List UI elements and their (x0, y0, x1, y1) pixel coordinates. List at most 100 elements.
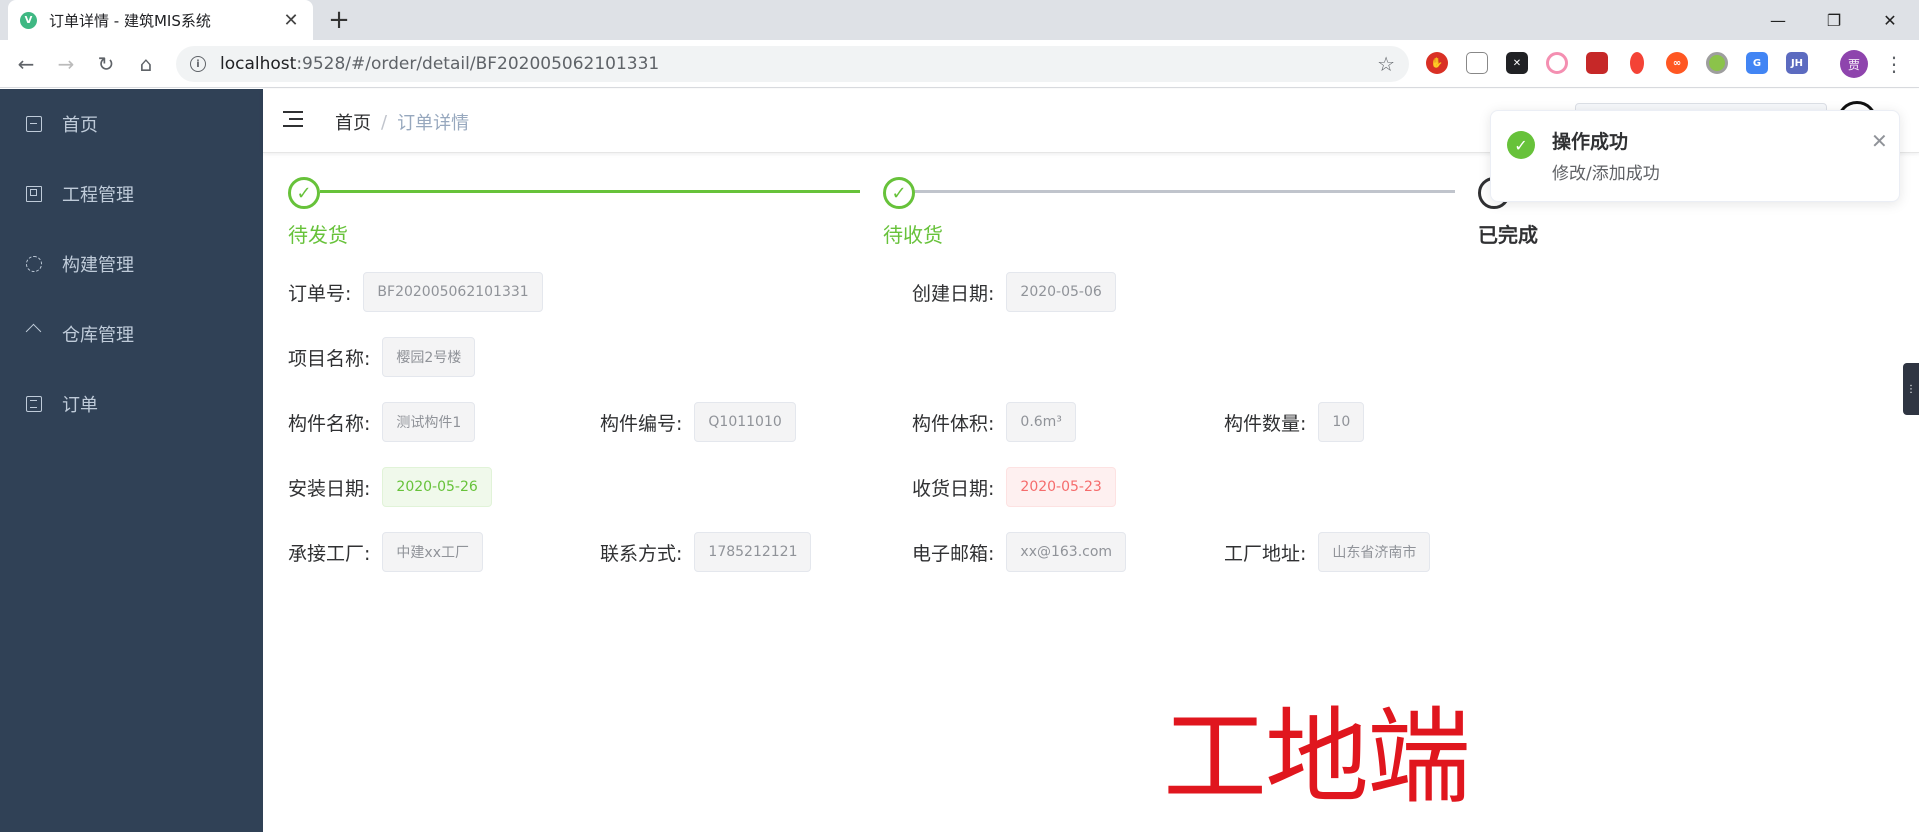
browser-toolbar: ← → ↻ ⌂ i localhost:9528/#/order/detail/… (0, 40, 1919, 88)
sidebar-item-component[interactable]: 构建管理 (0, 229, 263, 299)
sidebar-item-warehouse[interactable]: 仓库管理 (0, 299, 263, 369)
field-label: 安装日期: (288, 477, 371, 500)
field-component-volume: 构件体积: 0.6m³ (912, 402, 1076, 442)
ext-translate-icon[interactable]: G (1746, 52, 1768, 74)
step-title: 待收货 (883, 223, 943, 247)
breadcrumb: 首页 / 订单详情 (335, 109, 469, 135)
tab-close-icon[interactable]: ✕ (281, 10, 301, 31)
notification-title: 操作成功 (1552, 131, 1629, 153)
field-label: 联系方式: (600, 542, 683, 565)
hamburger-icon[interactable] (283, 111, 305, 129)
step-title: 已完成 (1478, 223, 1538, 247)
reload-icon[interactable]: ↻ (92, 50, 120, 78)
success-notification: ✓ 操作成功 修改/添加成功 ✕ (1490, 110, 1900, 202)
ext-ring-icon[interactable] (1546, 52, 1568, 74)
field-component-name: 构件名称: 测试构件1 (288, 402, 476, 442)
field-receive-date: 收货日期: 2020-05-23 (912, 467, 1116, 507)
field-label: 订单号: (288, 282, 352, 305)
ext-qr-icon[interactable] (1466, 52, 1488, 74)
field-label: 创建日期: (912, 282, 995, 305)
vue-favicon-icon: V (20, 11, 37, 29)
install-date-value: 2020-05-26 (382, 467, 492, 507)
breadcrumb-separator: / (381, 111, 388, 133)
site-info-icon[interactable]: i (190, 56, 206, 72)
step-title: 待发货 (288, 223, 348, 247)
component-icon (26, 256, 42, 272)
warehouse-icon (26, 326, 42, 342)
field-create-date: 创建日期: 2020-05-06 (912, 272, 1116, 312)
back-arrow-icon[interactable]: ← (12, 50, 40, 78)
minimize-icon[interactable]: — (1750, 0, 1806, 40)
dashboard-icon (26, 116, 42, 132)
factory-address-value: 山东省济南市 (1318, 532, 1431, 572)
forward-arrow-icon[interactable]: → (52, 50, 80, 78)
notification-message: 修改/添加成功 (1552, 164, 1660, 184)
address-bar[interactable]: i localhost:9528/#/order/detail/BF202005… (176, 46, 1409, 82)
field-factory: 承接工厂: 中建xx工厂 (288, 532, 483, 572)
field-label: 构件名称: (288, 412, 371, 435)
ext-douban-icon[interactable] (1586, 52, 1608, 74)
success-check-icon: ✓ (1507, 131, 1535, 159)
field-component-no: 构件编号: Q1011010 (600, 402, 796, 442)
field-project-name: 项目名称: 樱园2号楼 (288, 337, 476, 377)
order-no-value: BF202005062101331 (363, 272, 543, 312)
home-icon[interactable]: ⌂ (132, 50, 160, 78)
field-label: 构件体积: (912, 412, 995, 435)
new-tab-icon[interactable]: + (325, 6, 353, 34)
notification-close-icon[interactable]: ✕ (1871, 129, 1888, 153)
field-email: 电子邮箱: xx@163.com (912, 532, 1127, 572)
field-label: 电子邮箱: (912, 542, 995, 565)
sidebar-item-order[interactable]: 订单 (0, 369, 263, 439)
step-pending-shipment: ✓ 待发货 (288, 177, 348, 248)
sidebar-item-label: 仓库管理 (62, 325, 134, 346)
ext-loop-icon[interactable]: ∞ (1666, 52, 1688, 74)
field-label: 收货日期: (912, 477, 995, 500)
receive-date-value: 2020-05-23 (1006, 467, 1116, 507)
contact-value: 1785212121 (694, 532, 812, 572)
ext-adblock-icon[interactable]: ✋ (1426, 52, 1448, 74)
restore-icon[interactable]: ❐ (1806, 0, 1862, 40)
field-label: 项目名称: (288, 347, 371, 370)
factory-value: 中建xx工厂 (382, 532, 483, 572)
field-label: 工厂地址: (1224, 542, 1307, 565)
field-label: 构件编号: (600, 412, 683, 435)
settings-drawer-handle[interactable]: ⋮ (1903, 363, 1919, 415)
sidebar-item-label: 构建管理 (62, 255, 134, 276)
browser-tabbar: V 订单详情 - 建筑MIS系统 ✕ + — ❐ ✕ (0, 0, 1919, 40)
step-pending-receipt: ✓ 待收货 (883, 177, 943, 248)
breadcrumb-home[interactable]: 首页 (335, 109, 371, 135)
ext-jh-icon[interactable]: JH (1786, 52, 1808, 74)
step-line-1 (320, 190, 860, 193)
ext-drop-icon[interactable] (1630, 52, 1644, 74)
email-value: xx@163.com (1006, 532, 1127, 572)
field-install-date: 安装日期: 2020-05-26 (288, 467, 492, 507)
sidebar-item-home[interactable]: 首页 (0, 89, 263, 159)
check-icon: ✓ (883, 177, 915, 209)
field-factory-address: 工厂地址: 山东省济南市 (1224, 532, 1431, 572)
order-icon (26, 396, 42, 412)
sidebar-item-label: 工程管理 (62, 185, 134, 206)
ext-circle-icon[interactable] (1706, 52, 1728, 74)
ext-x-icon[interactable]: ✕ (1506, 52, 1528, 74)
sidebar: 首页 工程管理 构建管理 仓库管理 订单 (0, 89, 263, 832)
bookmark-star-icon[interactable]: ☆ (1377, 52, 1395, 76)
field-label: 构件数量: (1224, 412, 1307, 435)
browser-menu-icon[interactable]: ⋮ (1880, 50, 1908, 78)
browser-tab[interactable]: V 订单详情 - 建筑MIS系统 ✕ (8, 0, 313, 40)
component-volume-value: 0.6m³ (1006, 402, 1076, 442)
component-name-value: 测试构件1 (382, 402, 476, 442)
tab-title: 订单详情 - 建筑MIS系统 (49, 11, 211, 30)
sidebar-item-project[interactable]: 工程管理 (0, 159, 263, 229)
sidebar-item-label: 首页 (62, 115, 98, 136)
component-qty-value: 10 (1318, 402, 1365, 442)
field-contact: 联系方式: 1785212121 (600, 532, 812, 572)
breadcrumb-current: 订单详情 (397, 113, 470, 134)
site-role-watermark: 工地端 (1163, 696, 1471, 818)
step-line-2 (890, 190, 1455, 193)
url-text: localhost:9528/#/order/detail/BF20200506… (220, 54, 660, 74)
project-icon (26, 186, 42, 202)
check-icon: ✓ (288, 177, 320, 209)
component-no-value: Q1011010 (694, 402, 796, 442)
profile-avatar[interactable]: 贾 (1840, 50, 1868, 78)
window-close-icon[interactable]: ✕ (1862, 0, 1918, 40)
